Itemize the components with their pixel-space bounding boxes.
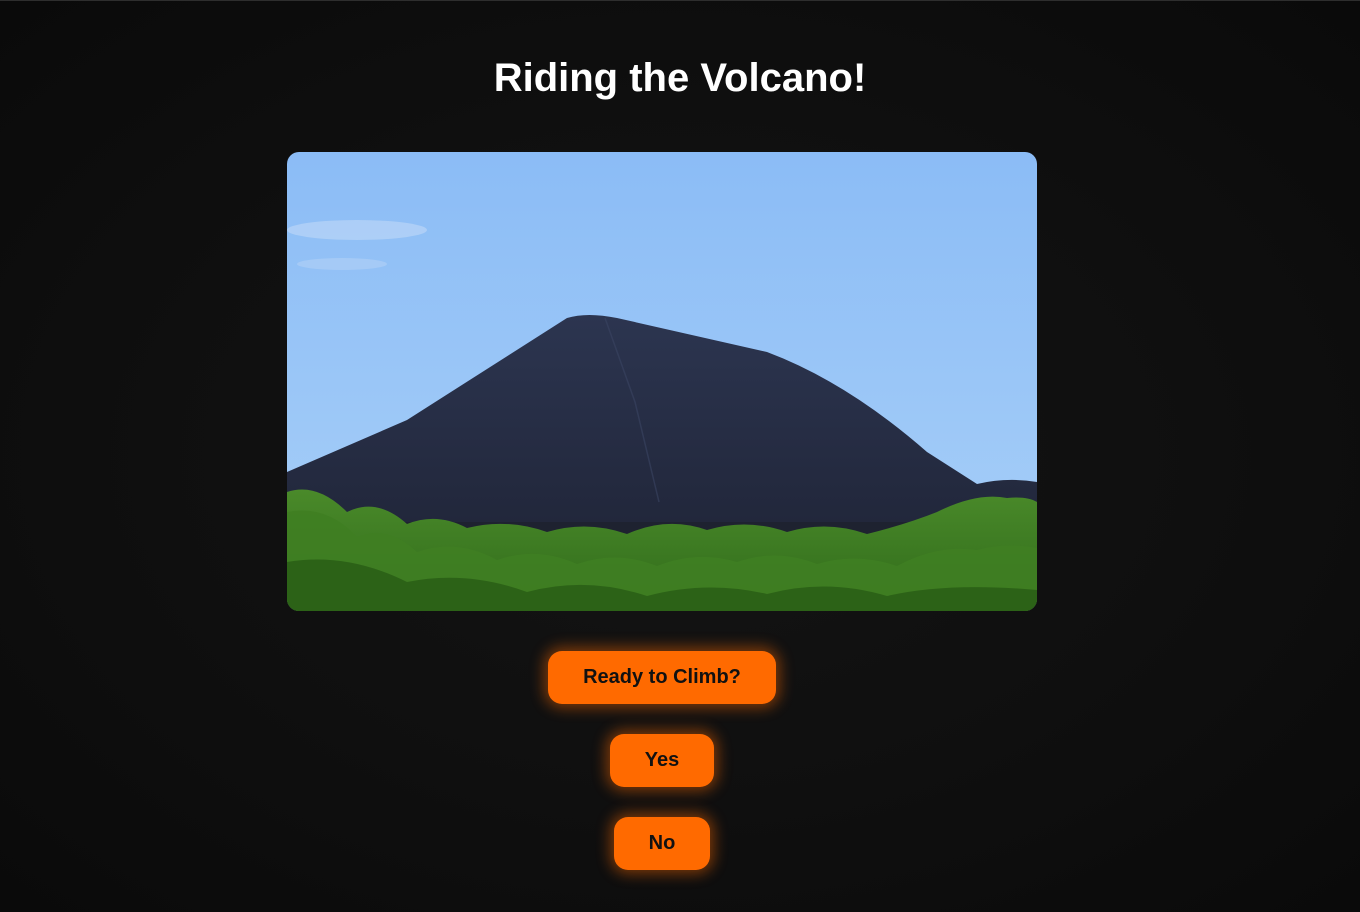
page-title: Riding the Volcano! xyxy=(493,56,867,100)
yes-button[interactable]: Yes xyxy=(610,734,714,787)
volcano-image xyxy=(287,152,1037,611)
ready-to-climb-button[interactable]: Ready to Climb? xyxy=(548,651,776,704)
top-divider xyxy=(0,0,1360,1)
no-button[interactable]: No xyxy=(614,817,710,870)
